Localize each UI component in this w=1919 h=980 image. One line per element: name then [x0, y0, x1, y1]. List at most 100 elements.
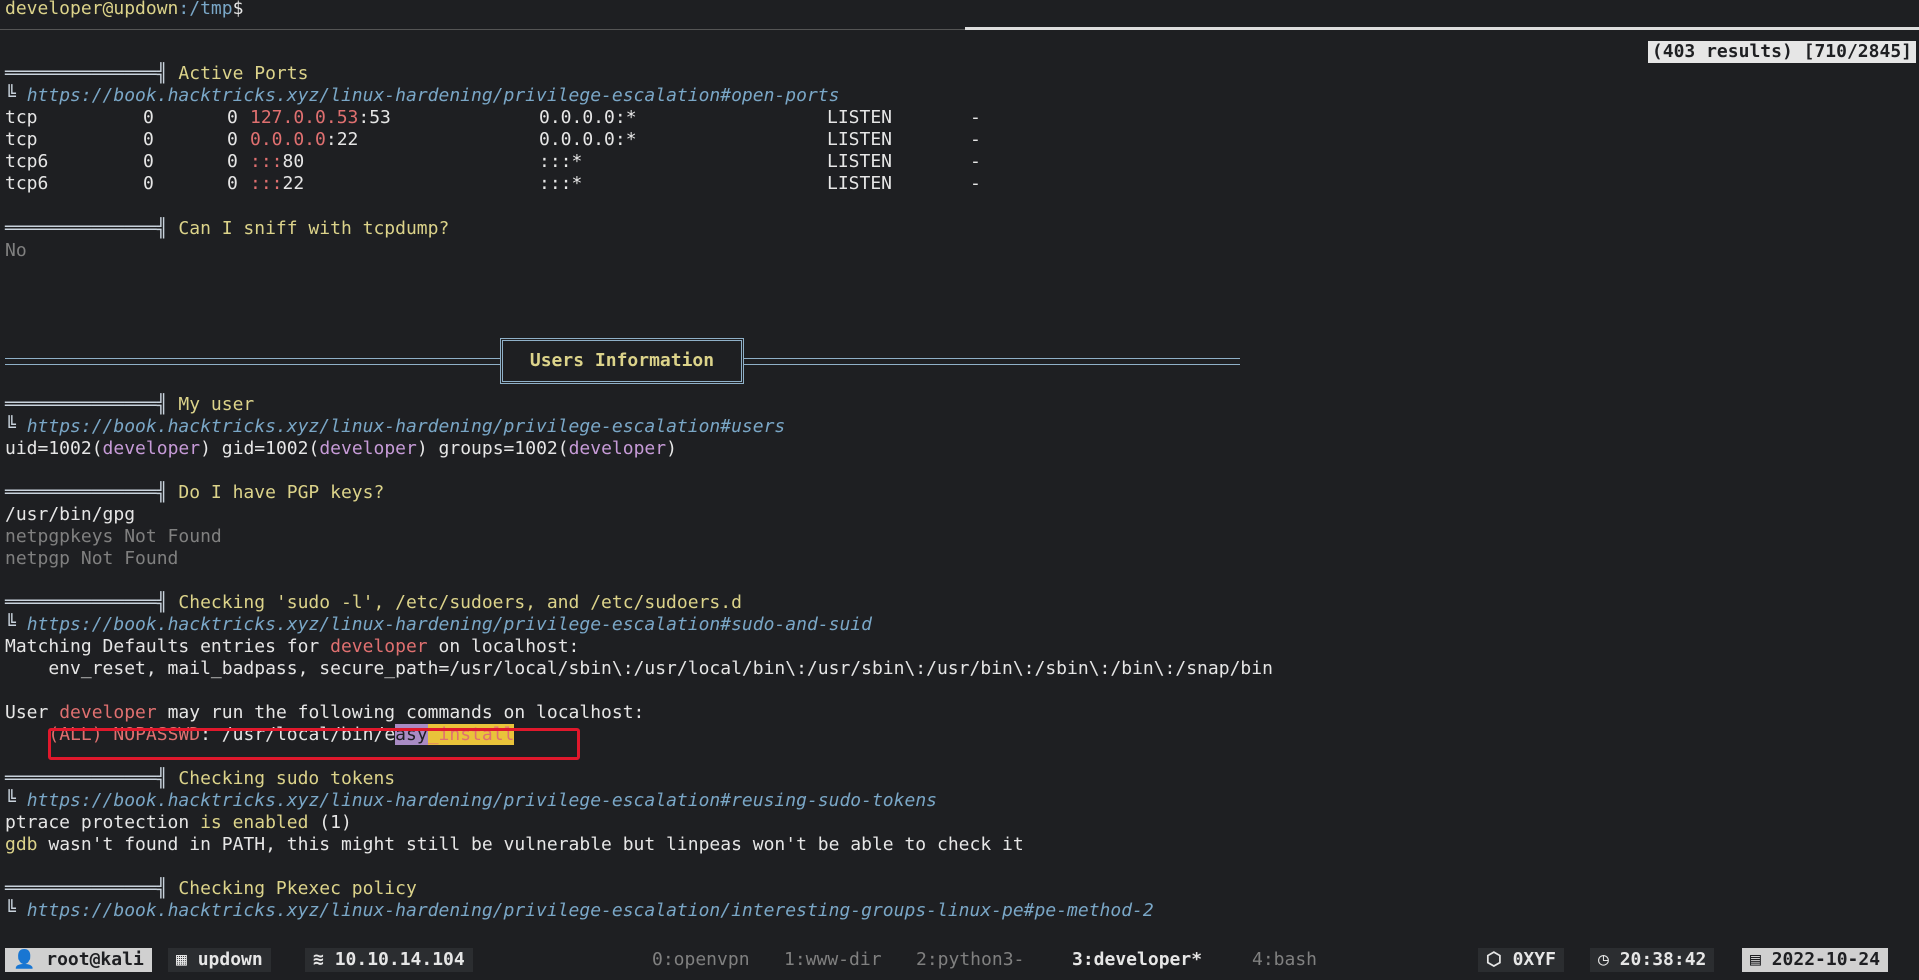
port-state: LISTEN [827, 129, 893, 150]
port-send: 0 [227, 107, 238, 128]
port-proto: tcp6 [5, 173, 49, 194]
port-proto: tcp [5, 129, 38, 150]
cube-icon: ⬡ [1486, 949, 1513, 970]
port-pid: - [970, 151, 981, 172]
username: developer [330, 636, 428, 657]
port-state: LISTEN [827, 107, 893, 128]
netpgp-result: netpgp Not Found [5, 548, 179, 569]
section-title: Can I sniff with tcpdump? [178, 218, 450, 239]
status-session: ▦ updown [168, 948, 271, 972]
local-address: ::: [250, 151, 283, 172]
id-text: ) gid=1002( [200, 438, 320, 459]
rss-icon: ≋ [313, 949, 335, 970]
status-ip: ≋ 10.10.14.104 [305, 948, 473, 972]
text: (1) [308, 812, 352, 833]
url-line: ╚ https://book.hacktricks.xyz/linux-hard… [5, 85, 840, 106]
section-title: Checking sudo tokens [178, 768, 396, 789]
status-date: ▤ 2022-10-24 [1742, 948, 1889, 972]
window-tab-3[interactable]: 3:developer* [1072, 948, 1202, 972]
window-tab-1[interactable]: 1:www-dir [784, 948, 882, 972]
section-header-my-user: ══════════════╣ My user [5, 394, 255, 415]
port-pid: - [970, 107, 981, 128]
gpg-path: /usr/bin/gpg [5, 504, 136, 525]
port-foreign: 0.0.0.0:* [539, 107, 637, 128]
prompt-symbol: $ [232, 0, 244, 19]
may-run-header: User developer may run the following com… [5, 702, 644, 724]
users-information-banner: Users Information [500, 338, 744, 384]
grid-icon: ▦ [176, 949, 198, 970]
port-recv: 0 [143, 129, 154, 150]
text: Matching Defaults entries for [5, 636, 331, 657]
username: developer [59, 702, 157, 723]
ptrace-line: ptrace protection is enabled (1) [5, 812, 352, 834]
section-title: Active Ports [178, 63, 309, 84]
local-address: 0.0.0.0 [250, 129, 326, 150]
port-state: LISTEN [827, 151, 893, 172]
local-port: 80 [282, 151, 305, 172]
username: developer [319, 438, 417, 459]
port-recv: 0 [143, 107, 154, 128]
hacktricks-link[interactable]: https://book.hacktricks.xyz/linux-harden… [27, 790, 937, 811]
text: ptrace protection [5, 812, 201, 833]
port-foreign: :::* [539, 151, 583, 172]
port-local: 0.0.0.0:22 [250, 129, 358, 151]
local-port: :22 [325, 129, 359, 150]
shell-prompt: developer@updown:/tmp$ [5, 0, 243, 20]
gdb-line: gdb wasn't found in PATH, this might sti… [5, 834, 1024, 856]
port-local: :::22 [250, 173, 304, 195]
defaults-entries: env_reset, mail_badpass, secure_path=/us… [5, 658, 1273, 679]
status-time: ◷ 20:38:42 [1590, 948, 1715, 972]
sniff-result: No [5, 240, 27, 261]
section-header-active-ports: ══════════════╣ Active Ports [5, 63, 309, 84]
section-header-sniff: ══════════════╣ Can I sniff with tcpdump… [5, 218, 450, 239]
url-line: ╚ https://book.hacktricks.xyz/linux-hard… [5, 790, 937, 811]
prompt-user-host: developer@updown [5, 0, 179, 19]
username: developer [102, 438, 201, 459]
pane-divider [0, 29, 965, 30]
netpgpkeys-result: netpgpkeys Not Found [5, 526, 222, 547]
port-local: :::80 [250, 151, 304, 173]
section-header-sudo-tokens: ══════════════╣ Checking sudo tokens [5, 768, 396, 789]
time-label: 20:38:42 [1619, 949, 1707, 970]
port-send: 0 [227, 129, 238, 150]
text: wasn't found in PATH, this might still b… [37, 834, 1024, 855]
hacktricks-link[interactable]: https://book.hacktricks.xyz/linux-harden… [27, 614, 872, 635]
text: User [5, 702, 60, 723]
status-user: 👤 root@kali [5, 948, 152, 972]
port-proto: tcp [5, 107, 38, 128]
hacktricks-link[interactable]: https://book.hacktricks.xyz/linux-harden… [27, 900, 1154, 921]
port-pid: - [970, 173, 981, 194]
port-foreign: 0.0.0.0:* [539, 129, 637, 150]
banner-rule-right [744, 358, 1240, 365]
text: on localhost: [427, 636, 580, 657]
hacktricks-link[interactable]: https://book.hacktricks.xyz/linux-harden… [27, 416, 786, 437]
username: developer [568, 438, 667, 459]
ip-label: 10.10.14.104 [334, 949, 465, 970]
clock-icon: ◷ [1598, 949, 1620, 970]
section-title: Checking Pkexec policy [178, 878, 417, 899]
window-tab-4[interactable]: 4:bash [1252, 948, 1317, 972]
section-header-pkexec: ══════════════╣ Checking Pkexec policy [5, 878, 417, 899]
url-line: ╚ https://book.hacktricks.xyz/linux-hard… [5, 416, 786, 437]
search-results-status: (403 results) [710/2845] [1647, 41, 1916, 63]
prompt-path: :/tmp [178, 0, 233, 19]
port-foreign: :::* [539, 173, 583, 194]
local-address: 127.0.0.53 [250, 107, 359, 128]
url-line: ╚ https://book.hacktricks.xyz/linux-hard… [5, 900, 1154, 921]
gdb-name: gdb [5, 834, 38, 855]
search-indicator-line [965, 27, 1919, 30]
window-tab-0[interactable]: 0:openvpn [652, 948, 750, 972]
date-label: 2022-10-24 [1771, 949, 1881, 970]
hacktricks-link[interactable]: https://book.hacktricks.xyz/linux-harden… [27, 85, 840, 106]
local-address: ::: [250, 173, 283, 194]
id-text: ) groups=1002( [416, 438, 569, 459]
id-output: uid=1002(developer) gid=1002(developer) … [5, 438, 677, 460]
status-brand: ⬡ 0XYF [1478, 948, 1564, 972]
section-title: My user [178, 394, 255, 415]
section-title: Do I have PGP keys? [178, 482, 385, 503]
text: may run the following commands on localh… [156, 702, 645, 723]
banner-rule-left [5, 358, 500, 365]
window-tab-2[interactable]: 2:python3- [916, 948, 1024, 972]
port-proto: tcp6 [5, 151, 49, 172]
port-pid: - [970, 129, 981, 150]
